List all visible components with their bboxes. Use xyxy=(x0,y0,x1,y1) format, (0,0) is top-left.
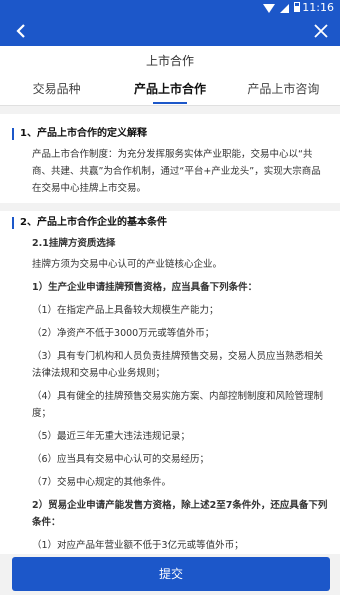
intro-paragraph: 挂牌方须为交易中心认可的产业链核心企业。 xyxy=(32,259,223,270)
list-item: （1）对应产品年营业额不低于3亿元或等值外币； xyxy=(32,540,244,551)
signal-icon xyxy=(280,3,289,13)
part1-title: 1）生产企业申请挂牌预售资格，应当具备下列条件： xyxy=(32,282,258,293)
footer: 提交 xyxy=(0,554,340,595)
content-area[interactable]: 1、产品上市合作的定义解释 产品上市合作制度：为充分发挥服务实体产业职能，交易中… xyxy=(0,114,340,554)
list-item: （4）具有健全的挂牌预售交易实施方案、内部控制制度和风险管理制度； xyxy=(32,391,324,419)
page-title: 上市合作 xyxy=(145,54,194,68)
nav-bar xyxy=(0,16,340,46)
list-item: （2）净资产不低于3000万元或等值外币； xyxy=(32,328,215,339)
battery-icon xyxy=(294,2,300,12)
subsection-title: 2.1挂牌方资质选择 xyxy=(32,238,116,249)
section-title: 1、产品上市合作的定义解释 xyxy=(12,128,328,140)
tab-bar: 交易品种 产品上市合作 产品上市咨询 xyxy=(0,78,340,106)
section-title: 2、产品上市合作企业的基本条件 xyxy=(12,217,328,229)
part2-title: 2）贸易企业申请产能发售方资格，除上述2至7条件外，还应具备下列条件： xyxy=(32,500,328,528)
tab-trading-varieties[interactable]: 交易品种 xyxy=(0,78,113,106)
status-bar: 11:16 xyxy=(0,0,340,16)
back-button[interactable] xyxy=(12,21,32,41)
list-item: （3）具有专门机构和人员负责挂牌预售交易，交易人员应当熟悉相关法律法规和交易中心… xyxy=(32,351,324,379)
close-icon xyxy=(314,24,328,38)
status-icons xyxy=(263,2,300,13)
definition-paragraph: 产品上市合作制度：为充分发挥服务实体产业职能，交易中心以“共商、共建、共赢”为合… xyxy=(32,149,321,194)
status-time: 11:16 xyxy=(302,1,334,14)
divider xyxy=(0,203,340,211)
chevron-left-icon xyxy=(16,24,25,38)
list-item: （5）最近三年无重大违法违规记录； xyxy=(32,431,191,442)
tab-product-listing-cooperation[interactable]: 产品上市合作 xyxy=(113,78,226,106)
tab-product-listing-consultation[interactable]: 产品上市咨询 xyxy=(227,78,340,106)
list-item: （1）在指定产品上具备较大规模生产能力； xyxy=(32,305,219,316)
list-item: （7）交易中心规定的其他条件。 xyxy=(32,477,172,488)
wifi-icon xyxy=(263,3,275,13)
list-item: （6）应当具有交易中心认可的交易经历； xyxy=(32,454,210,465)
submit-button[interactable]: 提交 xyxy=(12,557,330,591)
close-button[interactable] xyxy=(312,22,330,40)
page-header: 上市合作 交易品种 产品上市合作 产品上市咨询 xyxy=(0,46,340,106)
